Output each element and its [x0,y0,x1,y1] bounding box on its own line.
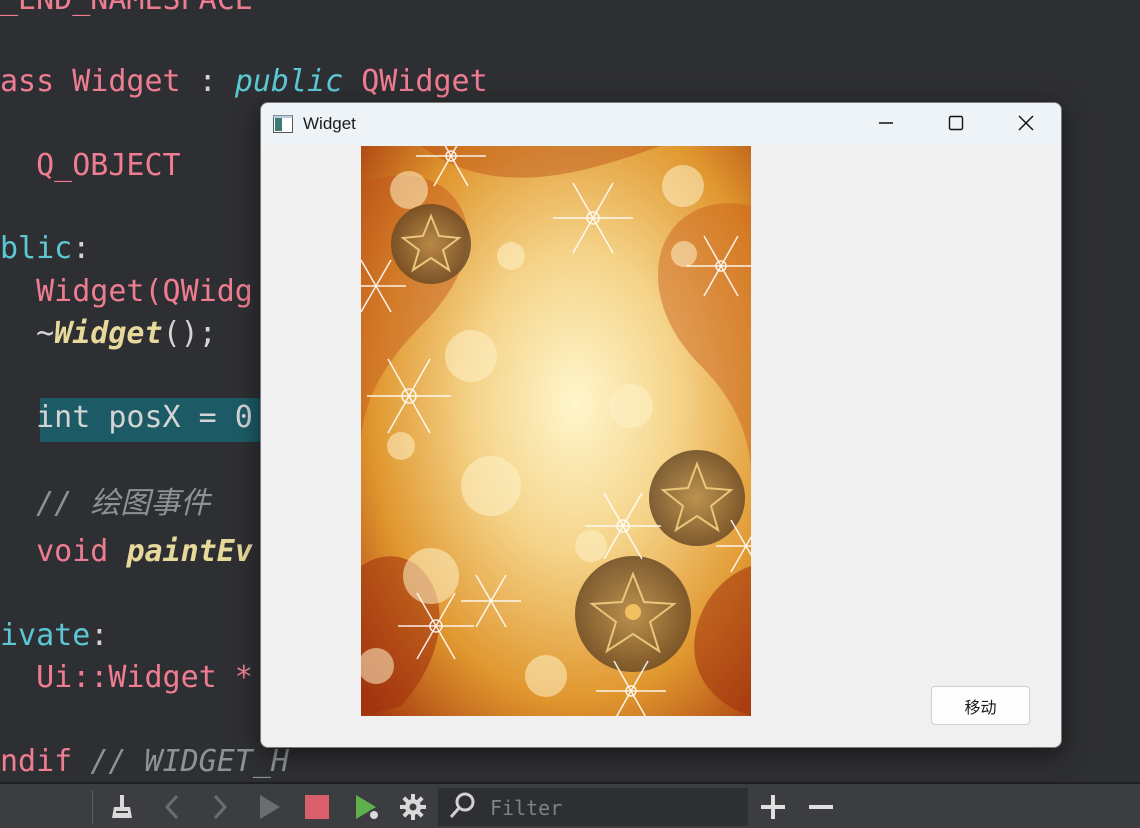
close-button[interactable] [991,103,1061,146]
search-icon [446,788,480,822]
code-token: Widget [54,316,163,351]
filter-input[interactable]: Filter [438,788,748,826]
christmas-background-image [361,146,751,716]
code-line: blic: [0,229,90,269]
run-icon[interactable] [252,790,286,824]
code-line: Widget(QWidg [0,272,253,312]
code-token: void [0,534,127,569]
code-token: (); [162,316,217,351]
code-line: Ui::Widget * [0,658,253,698]
code-line: ass Widget : public QWidget [0,62,488,102]
code-token: Ui::Widget * [0,660,253,695]
code-token: : [72,231,91,266]
run-debug-icon[interactable] [350,790,384,824]
minimize-button[interactable] [851,103,921,146]
close-icon [1018,115,1034,135]
window-titlebar[interactable]: Widget [261,103,1061,146]
code-line: ~Widget(); [0,314,217,354]
code-token: ~ [0,316,55,351]
code-token: Q_OBJECT [0,148,181,183]
move-button[interactable]: 移动 [931,686,1030,725]
code-token: Widget(QWidg [0,274,253,309]
bottom-toolbar: Filter [0,782,1140,828]
clean-icon[interactable] [106,790,140,824]
code-token: : [180,64,235,99]
code-token: ass [0,64,73,99]
code-line: ivate: [0,616,108,656]
code-line: // 绘图事件 [0,484,210,524]
code-token: int posX = 0 [0,400,253,435]
code-token: // 绘图事件 [0,486,211,521]
code-line: Q_OBJECT [0,146,181,186]
add-icon[interactable] [756,790,790,824]
stop-icon[interactable] [300,790,334,824]
back-icon[interactable] [156,790,190,824]
code-token: Widget [72,64,181,99]
code-token: : [90,618,109,653]
widget-window: Widget 移动 [260,102,1062,748]
code-line: int posX = 0 [0,398,253,438]
maximize-icon [948,115,964,135]
toolbar-separator [92,790,93,824]
code-token: ivate [0,618,91,653]
forward-icon[interactable] [202,790,236,824]
code-token: // WIDGET_H [90,744,289,779]
code-token: public [234,64,344,99]
code-line: _END_NAMESPACE [0,0,253,20]
code-token: QWidget [343,64,488,99]
code-line: void paintEv [0,532,253,572]
code-token: _END_NAMESPACE [0,0,253,17]
code-token: ndif [0,744,91,779]
code-token: paintEv [126,534,253,569]
code-token: blic [0,231,73,266]
code-line: ndif // WIDGET_H [0,742,289,782]
filter-placeholder: Filter [490,796,563,820]
minimize-icon [878,115,894,135]
app-icon [273,115,293,133]
window-title: Widget [303,114,356,133]
remove-icon[interactable] [804,790,838,824]
maximize-button[interactable] [921,103,991,146]
settings-icon[interactable] [396,790,430,824]
